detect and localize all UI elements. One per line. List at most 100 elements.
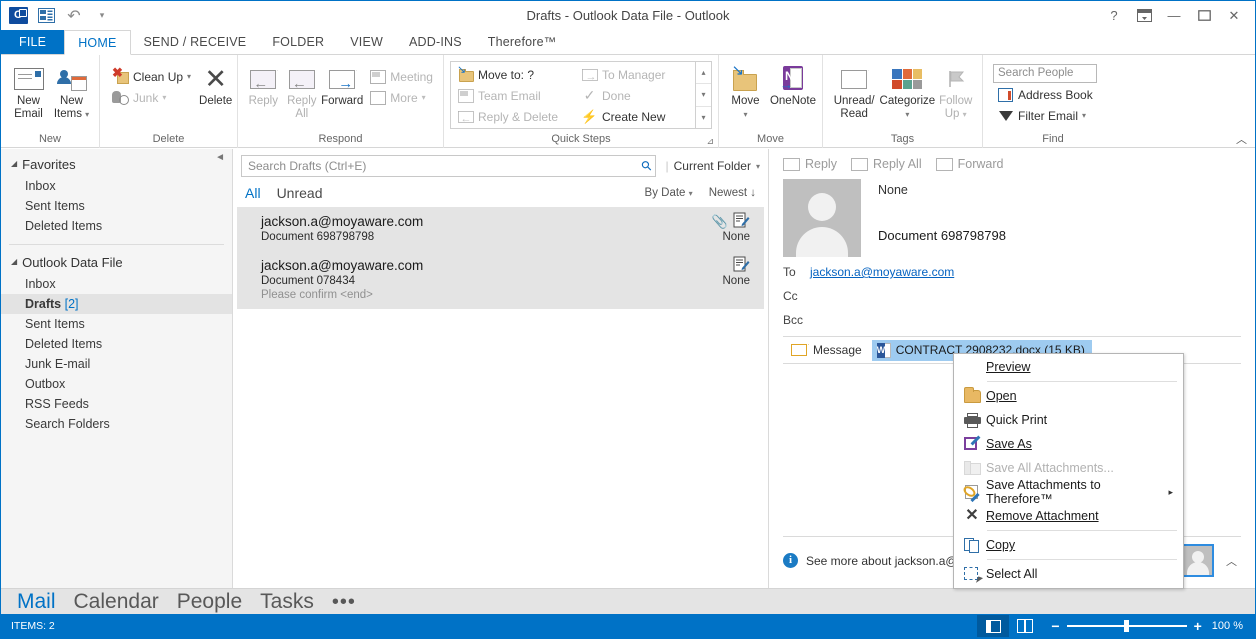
quick-step-to-manager[interactable]: → To Manager [577,64,695,85]
junk-caret-icon[interactable]: ▾ [162,93,166,102]
chevron-down-icon[interactable]: ▾ [689,189,693,198]
folder-deleted-items[interactable]: Deleted Items [1,334,232,354]
onenote-button[interactable]: N→ OneNote [770,60,816,108]
ribbon-display-options-button[interactable] [1129,2,1159,30]
quick-step-create-new[interactable]: ⚡ Create New [577,106,695,127]
nav-people[interactable]: People [177,589,242,615]
quick-step-done[interactable]: ✓ Done [577,85,695,106]
folder-group-outlook-data-file[interactable]: ◢ Outlook Data File [1,251,232,274]
folder-group-favorites[interactable]: ◢ Favorites [1,153,232,176]
folder-search-folders[interactable]: Search Folders [1,414,232,434]
sort-order-toggle[interactable]: Newest ↓ [709,187,756,199]
maximize-button[interactable] [1189,2,1219,30]
filter-unread-tab[interactable]: Unread [277,185,323,201]
context-menu-item-quick-print[interactable]: Quick Print [954,408,1183,432]
help-button[interactable]: ? [1099,2,1129,30]
table-row[interactable]: jackson.a@moyaware.com Document 69879879… [237,207,764,251]
customize-qat-icon[interactable]: ▾ [92,6,112,26]
close-button[interactable]: ✕ [1219,2,1249,30]
context-menu-item-save-attachments-to-therefore[interactable]: Save Attachments to Therefore™ ▸ [954,480,1183,504]
folder-sent-items[interactable]: Sent Items [1,314,232,334]
reply-all-link[interactable]: Reply All [851,157,922,171]
categorize-caret-icon[interactable]: ▾ [905,108,909,121]
collapse-folder-pane-icon[interactable]: ◄ [215,152,225,163]
address-book-button[interactable]: Address Book [993,84,1097,105]
new-items-caret-icon[interactable]: ▾ [85,110,89,119]
quick-steps-scroll[interactable]: ▴ ▾ ▾ [695,62,711,128]
reply-link[interactable]: Reply [783,157,837,171]
folder-favorites-deleted-items[interactable]: Deleted Items [1,216,232,236]
folder-junk-email[interactable]: Junk E-mail [1,354,232,374]
context-menu-item-save-as[interactable]: Save As [954,432,1183,456]
tab-view[interactable]: VIEW [337,30,396,54]
folder-outbox[interactable]: Outbox [1,374,232,394]
quick-steps-more[interactable]: ▾ [696,106,711,128]
nav-mail[interactable]: Mail [17,589,56,615]
reply-button[interactable]: ← Reply [244,60,283,108]
nav-overflow-icon[interactable]: ••• [332,593,356,611]
tab-add-ins[interactable]: ADD-INS [396,30,475,54]
quick-steps-scroll-up[interactable]: ▴ [696,62,711,83]
chevron-down-icon[interactable]: ▾ [756,162,760,171]
tab-send-receive[interactable]: SEND / RECEIVE [131,30,260,54]
expand-triangle-icon[interactable]: ◢ [11,159,17,168]
message-tab[interactable]: Message [791,343,862,357]
context-menu-item-preview[interactable]: Preview [954,355,1183,379]
quick-step-move-to[interactable]: ↘ Move to: ? [453,64,577,85]
clean-up-button[interactable]: ✖ Clean Up ▾ [108,66,195,87]
folder-favorites-inbox[interactable]: Inbox [1,176,232,196]
unread-read-button[interactable]: Unread/ Read [829,60,879,121]
filter-all-tab[interactable]: All [245,185,261,201]
zoom-slider[interactable] [1067,625,1187,627]
meeting-button[interactable]: Meeting [365,66,437,87]
normal-view-button[interactable] [977,615,1009,637]
zoom-out-button[interactable]: − [1051,619,1059,633]
to-recipient[interactable]: jackson.a@moyaware.com [810,265,954,279]
follow-up-button[interactable]: Follow Up ▾ [935,60,976,121]
zoom-level-label[interactable]: 100 % [1212,620,1255,632]
expand-triangle-icon[interactable]: ◢ [11,257,17,266]
tab-file[interactable]: FILE [1,30,64,54]
filter-email-button[interactable]: Filter Email ▾ [993,105,1097,126]
nav-calendar[interactable]: Calendar [74,589,159,615]
contact-avatar[interactable] [1181,544,1214,577]
reply-all-button[interactable]: ← Reply All [283,60,322,121]
sort-by-dropdown[interactable]: By Date ▾ [645,187,693,199]
move-button[interactable]: ↘ Move ▾ [725,60,766,121]
context-menu-item-remove-attachment[interactable]: ✕ Remove Attachment [954,504,1183,528]
context-menu-item-select-all[interactable]: Select All [954,562,1183,586]
tab-folder[interactable]: FOLDER [259,30,337,54]
clean-up-caret-icon[interactable]: ▾ [187,72,191,81]
search-scope-dropdown[interactable]: | Current Folder ▾ [656,159,760,173]
nav-tasks[interactable]: Tasks [260,589,314,615]
folder-drafts[interactable]: Drafts [2] [1,294,232,314]
quick-steps-scroll-down[interactable]: ▾ [696,83,711,105]
zoom-slider-thumb[interactable] [1124,620,1129,632]
folder-inbox[interactable]: Inbox [1,274,232,294]
folder-favorites-sent-items[interactable]: Sent Items [1,196,232,216]
collapse-ribbon-icon[interactable]: ︿ [1236,131,1247,147]
tab-therefore[interactable]: Therefore™ [475,30,570,54]
more-caret-icon[interactable]: ▾ [422,93,426,102]
quick-steps-dialog-launcher-icon[interactable]: ⊿ [706,136,714,147]
undo-icon[interactable]: ↶ [64,6,84,26]
new-items-button[interactable]: New Items ▾ [50,60,93,121]
forward-link[interactable]: Forward [936,157,1004,171]
outlook-items-icon[interactable] [36,6,56,26]
filter-email-caret-icon[interactable]: ▾ [1082,111,1086,120]
context-menu-item-open[interactable]: Open [954,384,1183,408]
junk-button[interactable]: Junk ▾ [108,87,195,108]
search-input[interactable]: Search Drafts (Ctrl+E) ⚲ [241,155,656,177]
expand-people-pane-icon[interactable]: ︿ [1222,553,1241,569]
categorize-button[interactable]: Categorize ▾ [879,60,935,121]
move-caret-icon[interactable]: ▾ [743,108,747,121]
minimize-button[interactable]: — [1159,2,1189,30]
follow-up-caret-icon[interactable]: ▾ [963,110,967,119]
quick-step-team-email[interactable]: Team Email [453,85,577,106]
more-respond-button[interactable]: More ▾ [365,87,437,108]
new-email-button[interactable]: New Email [7,60,50,121]
reading-view-button[interactable] [1009,615,1041,637]
forward-button[interactable]: → Forward [321,60,363,108]
tab-home[interactable]: HOME [64,30,130,55]
quick-step-reply-delete[interactable]: ← Reply & Delete [453,106,577,127]
